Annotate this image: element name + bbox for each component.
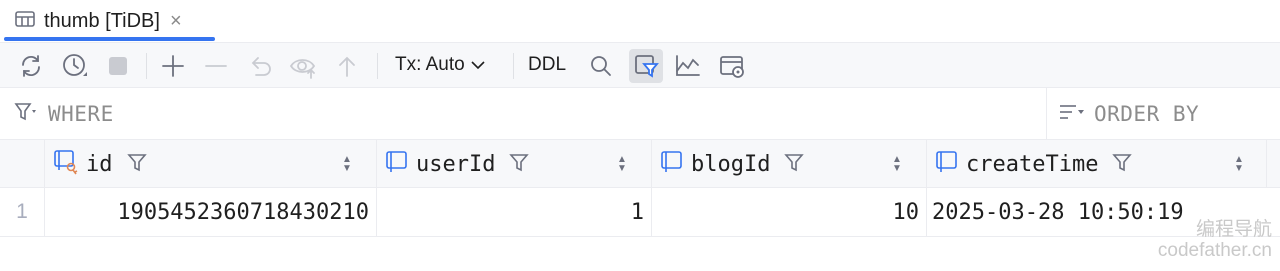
column-filter-icon[interactable] xyxy=(784,152,805,177)
column-header-createtime[interactable]: createTime xyxy=(934,140,1133,188)
toolbar-separator xyxy=(377,53,378,79)
column-name: blogId xyxy=(691,151,771,177)
cell-blogid[interactable]: 10 xyxy=(651,188,920,236)
order-by-label: ORDER BY xyxy=(1094,102,1200,126)
column-divider xyxy=(376,140,377,188)
primary-key-column-icon xyxy=(52,148,80,181)
filter-separator xyxy=(1046,88,1047,140)
column-header-userid[interactable]: userId xyxy=(384,140,530,188)
filter-bar: WHERE ORDER BY xyxy=(0,88,1280,140)
data-editor-toolbar: Tx: Auto DDL xyxy=(0,42,1280,88)
active-tab-indicator xyxy=(4,37,215,41)
row-number: 1 xyxy=(16,200,28,223)
column-name: userId xyxy=(416,151,496,177)
sort-arrows-icon[interactable]: ▲ ▼ xyxy=(892,155,902,174)
submit-icon[interactable] xyxy=(332,51,362,81)
cell-id[interactable]: 1905452360718430210 xyxy=(44,188,369,236)
column-divider xyxy=(926,188,927,236)
view-settings-icon[interactable] xyxy=(717,51,747,81)
sort-arrows-icon[interactable]: ▲ ▼ xyxy=(342,155,352,174)
column-name: id xyxy=(86,151,113,177)
close-icon[interactable]: × xyxy=(170,10,182,33)
chevron-down-icon xyxy=(471,54,485,76)
revert-icon[interactable] xyxy=(245,51,275,81)
transaction-mode-label: Tx: Auto xyxy=(395,54,465,75)
watermark-line-2: codefather.cn xyxy=(1157,240,1272,261)
column-header-id[interactable]: id xyxy=(52,140,147,188)
editor-tab-bar: thumb [TiDB] × xyxy=(0,0,1280,42)
table-icon xyxy=(14,9,36,34)
order-by-input[interactable]: ORDER BY xyxy=(1058,88,1199,140)
table-row[interactable]: 1 1905452360718430210 1 10 2025-03-28 10… xyxy=(0,188,1280,237)
column-filter-icon[interactable] xyxy=(1112,152,1133,177)
column-icon xyxy=(384,149,410,180)
where-label: WHERE xyxy=(48,102,114,126)
column-divider xyxy=(44,140,45,188)
column-icon xyxy=(934,149,960,180)
chart-icon[interactable] xyxy=(673,51,703,81)
cell-userid[interactable]: 1 xyxy=(376,188,644,236)
history-icon[interactable] xyxy=(60,51,90,81)
where-filter-input[interactable]: WHERE xyxy=(14,88,114,140)
filter-toggle-icon[interactable] xyxy=(629,49,663,83)
toolbar-separator xyxy=(513,53,514,79)
column-divider xyxy=(1266,140,1267,188)
column-filter-icon[interactable] xyxy=(126,152,147,177)
sort-arrows-icon[interactable]: ▲ ▼ xyxy=(1234,155,1244,174)
preview-icon[interactable] xyxy=(289,51,319,81)
column-header-blogid[interactable]: blogId xyxy=(659,140,805,188)
column-divider xyxy=(926,140,927,188)
filter-icon xyxy=(14,101,40,128)
search-icon[interactable] xyxy=(586,51,616,81)
column-name: createTime xyxy=(966,151,1099,177)
ddl-button[interactable]: DDL xyxy=(528,54,566,76)
refresh-icon[interactable] xyxy=(16,51,46,81)
column-filter-icon[interactable] xyxy=(509,152,530,177)
delete-row-icon[interactable] xyxy=(201,51,231,81)
column-divider xyxy=(651,140,652,188)
sort-arrows-icon[interactable]: ▲ ▼ xyxy=(617,155,627,174)
stop-icon[interactable] xyxy=(103,51,133,81)
toolbar-separator xyxy=(146,53,147,79)
sort-lines-icon xyxy=(1058,101,1086,128)
tab-title: thumb [TiDB] xyxy=(44,9,160,32)
transaction-mode-dropdown[interactable]: Tx: Auto xyxy=(395,54,485,76)
tab-thumb-table[interactable]: thumb [TiDB] × xyxy=(6,0,190,42)
table-header: id ▲ ▼ userId ▲ ▼ blogId ▲ ▼ createTime … xyxy=(0,140,1280,188)
add-row-icon[interactable] xyxy=(158,51,188,81)
watermark-line-1: 编程导航 xyxy=(1195,219,1272,240)
column-icon xyxy=(659,149,685,180)
